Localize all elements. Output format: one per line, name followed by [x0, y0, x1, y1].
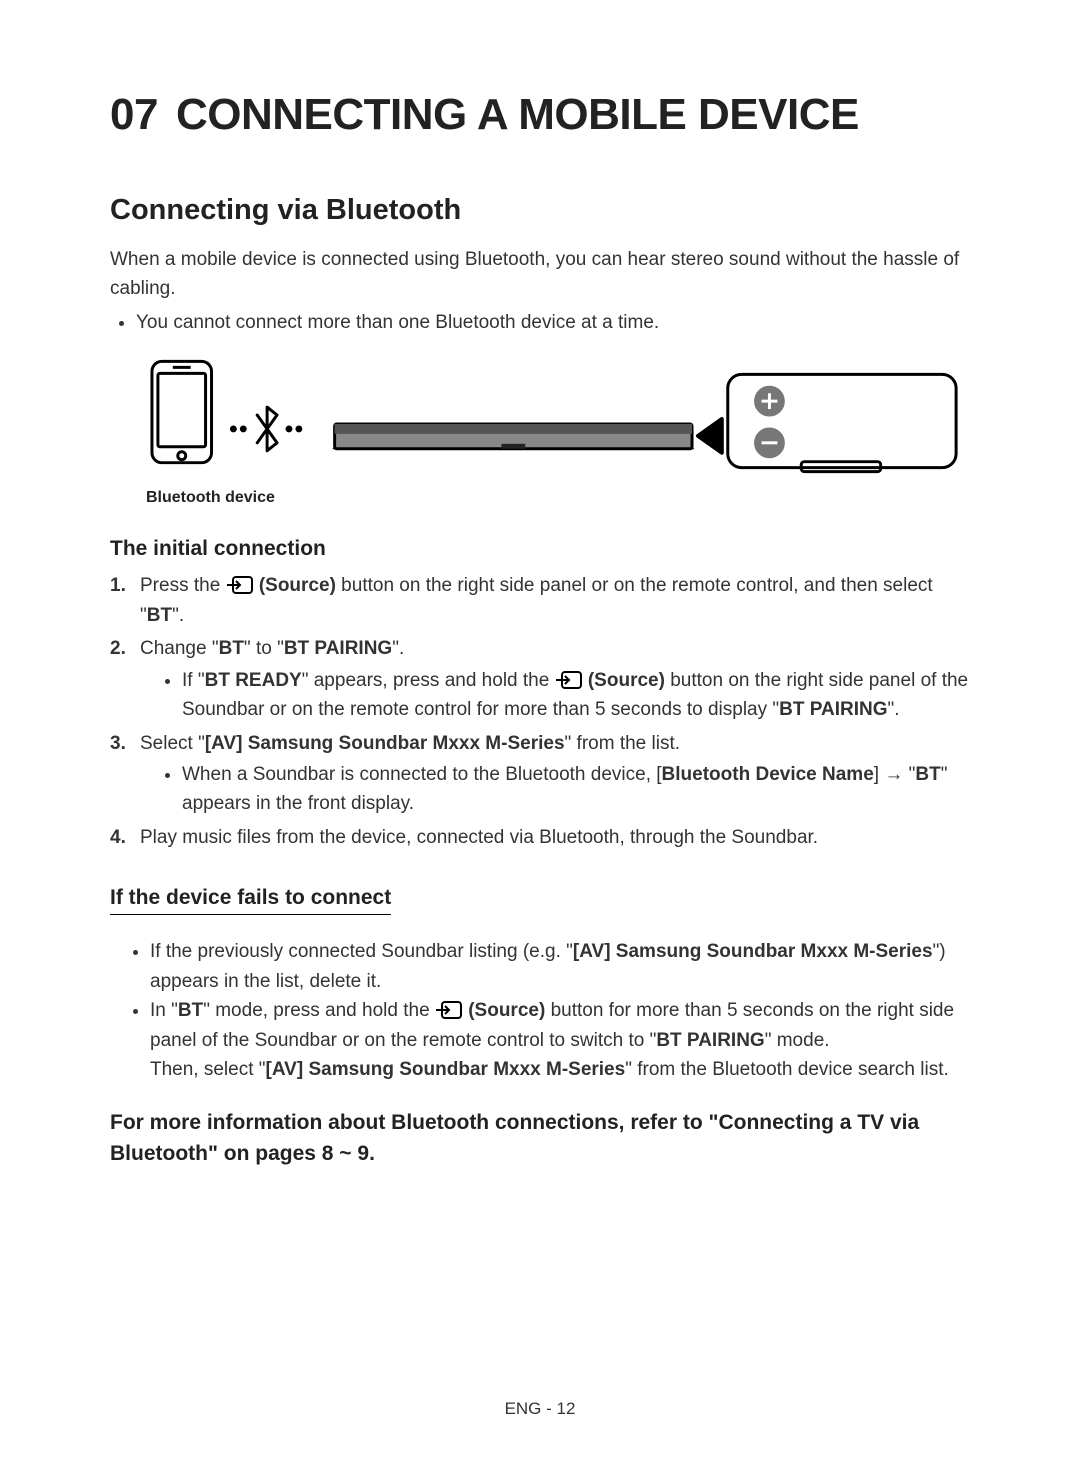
t: ".	[392, 638, 404, 659]
step-number: 2.	[110, 634, 134, 724]
page: 07 CONNECTING A MOBILE DEVICE Connecting …	[0, 0, 1080, 1479]
chapter-heading: 07 CONNECTING A MOBILE DEVICE	[110, 90, 970, 140]
device-name: [AV] Samsung Soundbar Mxxx M-Series	[205, 733, 565, 754]
t: " appears, press and hold the	[302, 670, 555, 691]
fails-list: If the previously connected Soundbar lis…	[110, 937, 970, 1084]
t: ".	[888, 699, 900, 720]
t: Change "	[140, 638, 219, 659]
section-heading: Connecting via Bluetooth	[110, 194, 970, 227]
bt-pairing: BT PAIRING	[284, 638, 392, 659]
more-info: For more information about Bluetooth con…	[110, 1108, 970, 1169]
device-name: [AV] Samsung Soundbar Mxxx M-Series	[573, 941, 933, 962]
step-2-sublist: If "BT READY" appears, press and hold th…	[140, 666, 970, 725]
bt-pairing: BT PAIRING	[779, 699, 887, 720]
t: " from the list.	[565, 733, 681, 754]
t: Press the	[140, 575, 226, 596]
page-footer: ENG - 12	[0, 1399, 1080, 1419]
source-icon	[436, 1001, 462, 1019]
step-body: Select "[AV] Samsung Soundbar Mxxx M-Ser…	[140, 729, 970, 819]
bt-pairing: BT PAIRING	[656, 1030, 764, 1051]
step-2: 2. Change "BT" to "BT PAIRING". If "BT R…	[110, 634, 970, 724]
bt: BT	[178, 1000, 203, 1021]
bt: BT	[219, 638, 244, 659]
source-icon	[556, 671, 582, 689]
step-body: Play music files from the device, connec…	[140, 823, 970, 852]
step-number: 3.	[110, 729, 134, 819]
t: Then, select "	[150, 1059, 266, 1080]
fails-heading: If the device fails to connect	[110, 886, 391, 915]
figure-caption: Bluetooth device	[146, 489, 970, 507]
step-3: 3. Select "[AV] Samsung Soundbar Mxxx M-…	[110, 729, 970, 819]
t: ".	[172, 605, 184, 626]
source-label: (Source)	[463, 1000, 545, 1021]
fails-item: In "BT" mode, press and hold the (Source…	[150, 996, 970, 1084]
bdn: Bluetooth Device Name	[662, 764, 874, 785]
t: ] → "	[874, 764, 916, 785]
step-2-sub: If "BT READY" appears, press and hold th…	[182, 666, 970, 725]
step-number: 4.	[110, 823, 134, 852]
t: " from the Bluetooth device search list.	[625, 1059, 949, 1080]
section-intro: When a mobile device is connected using …	[110, 245, 970, 304]
bt: BT	[915, 764, 940, 785]
device-name: [AV] Samsung Soundbar Mxxx M-Series	[266, 1059, 626, 1080]
step-4: 4. Play music files from the device, con…	[110, 823, 970, 852]
chapter-title: CONNECTING A MOBILE DEVICE	[176, 90, 859, 139]
step-number: 1.	[110, 571, 134, 630]
source-label: (Source)	[583, 670, 665, 691]
t: " to "	[244, 638, 284, 659]
figure	[146, 359, 970, 479]
t: When a Soundbar is connected to the Blue…	[182, 764, 662, 785]
t: If "	[182, 670, 205, 691]
source-label: (Source)	[254, 575, 336, 596]
initial-steps: 1. Press the (Source) button on the righ…	[110, 571, 970, 852]
chapter-number: 07	[110, 90, 158, 139]
t: In "	[150, 1000, 178, 1021]
fails-item: If the previously connected Soundbar lis…	[150, 937, 970, 996]
bt-ready: BT READY	[205, 670, 302, 691]
bt: BT	[147, 605, 172, 626]
t: Select "	[140, 733, 205, 754]
t: " mode, press and hold the	[203, 1000, 435, 1021]
initial-connection-heading: The initial connection	[110, 537, 970, 561]
t: " mode.	[765, 1030, 830, 1051]
step-1: 1. Press the (Source) button on the righ…	[110, 571, 970, 630]
step-body: Change "BT" to "BT PAIRING". If "BT READ…	[140, 634, 970, 724]
intro-bullet: You cannot connect more than one Bluetoo…	[136, 308, 970, 337]
intro-bullets: You cannot connect more than one Bluetoo…	[110, 308, 970, 337]
figure-svg	[146, 359, 970, 479]
source-icon	[227, 576, 253, 594]
step-body: Press the (Source) button on the right s…	[140, 571, 970, 630]
step-3-sublist: When a Soundbar is connected to the Blue…	[140, 760, 970, 819]
t: If the previously connected Soundbar lis…	[150, 941, 573, 962]
step-3-sub: When a Soundbar is connected to the Blue…	[182, 760, 970, 819]
